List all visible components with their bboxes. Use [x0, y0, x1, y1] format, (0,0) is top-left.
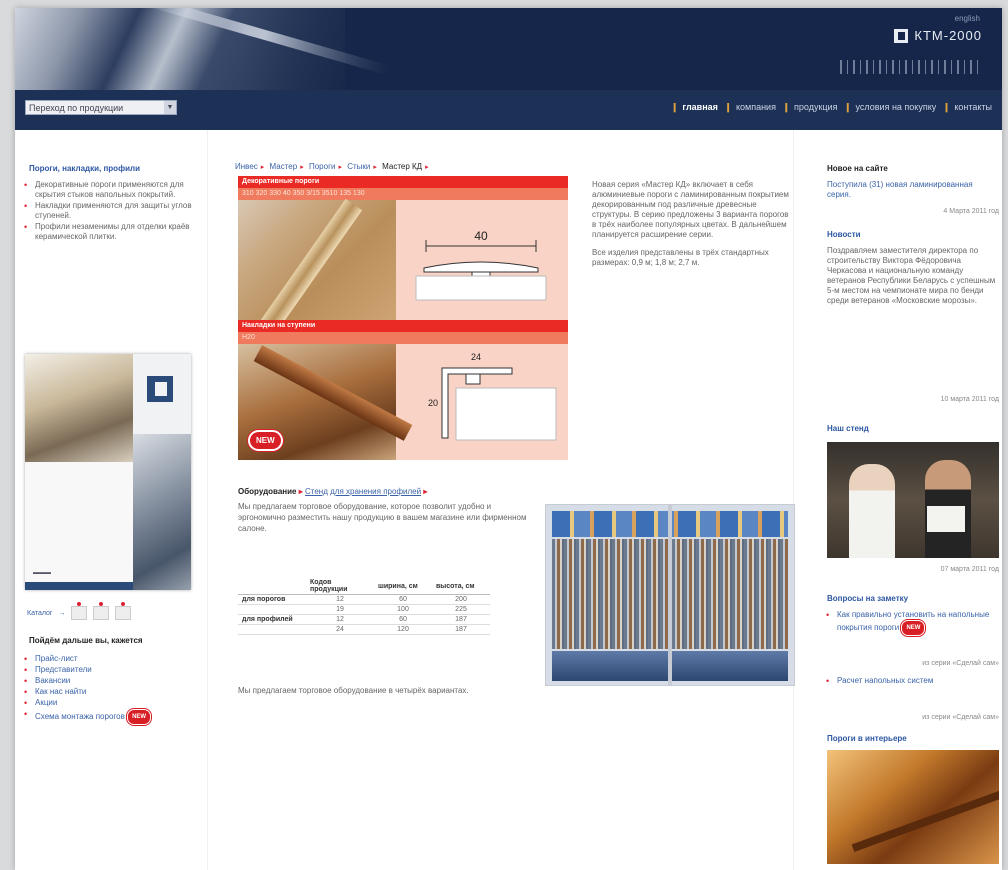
column-header: ширина, см	[374, 578, 432, 595]
promo-banner[interactable]: Декоративные пороги 310 320 330 40 350 3…	[238, 176, 568, 460]
product-selector-value: Переход по продукции	[29, 103, 124, 113]
new-badge: NEW	[901, 620, 926, 636]
chevron-down-icon: ▼	[164, 101, 176, 114]
nav-links: ❙ главная ❙ компания ❙ продукция ❙ условия н…	[670, 102, 992, 112]
link-vacancies[interactable]: Вакансии	[15, 676, 207, 686]
right-sidebar: Новое на сайте Поступила (31) новая лами…	[821, 130, 1002, 870]
table-row: 19 100 225	[238, 604, 490, 615]
new-on-site-title: Новое на сайте	[827, 164, 888, 173]
column-header: Кодов продукции	[306, 578, 374, 595]
catalog-page-1[interactable]	[71, 602, 88, 620]
stair-nosing-drawing: 24 20	[428, 352, 557, 441]
breadcrumb-item[interactable]: Пороги	[309, 162, 335, 171]
breadcrumb-item[interactable]: Стыки	[347, 162, 370, 171]
new-badge: NEW	[248, 430, 283, 451]
link-how-to-find[interactable]: Как нас найти	[15, 687, 207, 697]
question-link[interactable]: Как правильно установить на напольные по…	[817, 610, 993, 636]
breadcrumb-item[interactable]: Мастер	[270, 162, 298, 171]
main-navigation: Переход по продукции ▼ ❙ главная ❙ компани…	[15, 90, 1002, 130]
list-item: Накладки применяются для защиты углов ст…	[15, 201, 207, 221]
column-header: высота, см	[432, 578, 490, 595]
date-label: 07 марта 2011 год	[940, 566, 999, 573]
threshold-photo	[238, 198, 396, 342]
table-header-row: Кодов продукции ширина, см высота, см	[238, 578, 490, 595]
help-links: Прайс-лист Представители Вакансии Как на…	[15, 654, 207, 726]
logo-icon	[894, 28, 909, 43]
nav-link-products[interactable]: продукция	[794, 102, 837, 112]
nav-link-home[interactable]: главная	[682, 102, 717, 112]
paragraph: Все изделия представлены в трёх стандарт…	[592, 248, 769, 267]
catalog-page-2[interactable]	[93, 602, 110, 620]
new-on-site-link[interactable]: Поступила (31) новая ламинированная сери…	[827, 180, 987, 200]
date-label: 4 Марта 2011 год	[943, 208, 999, 215]
equipment-label: Оборудование	[238, 487, 297, 496]
equipment-link[interactable]: Стенд для хранения профилей	[305, 487, 421, 496]
brand-name: КТМ-2000	[914, 28, 982, 43]
promo-title-thresholds: Декоративные пороги	[238, 176, 568, 188]
left-sidebar: Пороги, накладки, профили Декоративные п…	[15, 130, 208, 870]
product-bullets: Декоративные пороги применяются для скры…	[15, 180, 207, 243]
catalog-cover-image[interactable]: ▬▬▬	[25, 354, 191, 590]
main-content: Инвес ▸ Мастер ▸ Пороги ▸ Стыки ▸ Мастер КД ▸…	[223, 130, 795, 870]
dimension-label: 24	[471, 352, 481, 362]
news-text: Поздравляем заместителя директора по стр…	[827, 246, 996, 305]
catalog-label[interactable]: Каталог	[27, 610, 52, 617]
catalog-pager: Каталог →	[27, 602, 132, 620]
nav-link-company[interactable]: компания	[736, 102, 776, 112]
question-source: из серии «Сделай сам»	[922, 660, 999, 667]
nav-link-contacts[interactable]: контакты	[954, 102, 992, 112]
question-source: из серии «Сделай сам»	[922, 714, 999, 721]
question-link[interactable]: Расчет напольных систем	[817, 676, 993, 686]
paragraph: Мы предлагаем торговое оборудование, кот…	[238, 502, 527, 533]
questions-title[interactable]: Вопросы на заметку	[827, 594, 908, 603]
logo-icon	[147, 376, 173, 402]
date-label: 10 марта 2011 год	[940, 396, 999, 403]
catalog-page-3[interactable]	[115, 602, 132, 620]
promo-code-stair-nosing: Н20	[238, 332, 568, 344]
help-title: Пойдём дальше вы, кажется	[29, 636, 143, 645]
link-mounting-scheme[interactable]: Схема монтажа порогов NEW	[15, 709, 207, 725]
news-title[interactable]: Новости	[827, 230, 861, 239]
table-row: 24 120 187	[238, 624, 490, 635]
section-title: Пороги, накладки, профили	[29, 164, 140, 173]
breadcrumb-current: Мастер КД	[382, 162, 423, 171]
new-badge: NEW	[127, 709, 152, 725]
series-description: Новая серия «Мастер КД» включает в себя …	[592, 180, 792, 276]
header-decoration	[840, 60, 980, 74]
site-logo[interactable]: КТМ-2000	[894, 28, 982, 43]
paragraph: Новая серия «Мастер КД» включает в себя …	[592, 180, 789, 239]
breadcrumb: Инвес ▸ Мастер ▸ Пороги ▸ Стыки ▸ Мастер КД ▸	[235, 162, 429, 171]
table-row: для профилей 12 60 187	[238, 614, 490, 625]
interior-photo[interactable]	[827, 750, 999, 864]
list-item: Декоративные пороги применяются для скры…	[15, 180, 207, 200]
dimension-label: 20	[428, 398, 438, 408]
equipment-table: Кодов продукции ширина, см высота, см дл…	[238, 578, 490, 635]
language-link[interactable]: english	[955, 14, 980, 23]
site-header: english КТМ-2000	[15, 8, 1002, 90]
equipment-section: Оборудование ▸ Стенд для хранения профил…	[238, 486, 538, 534]
link-promotions[interactable]: Акции	[15, 698, 207, 708]
display-stand-photo[interactable]	[545, 504, 795, 686]
equipment-footnote: Мы предлагаем торговое оборудование в че…	[238, 686, 469, 695]
exhibition-photo[interactable]	[827, 442, 999, 558]
product-selector[interactable]: Переход по продукции ▼	[25, 100, 177, 115]
nav-link-purchase[interactable]: условия на покупку	[856, 102, 937, 112]
threshold-profile-drawing: 40	[415, 229, 547, 301]
dimension-label: 40	[474, 229, 488, 243]
link-price-list[interactable]: Прайс-лист	[15, 654, 207, 664]
promo-title-stair-nosing: Накладки на ступени	[238, 320, 568, 332]
page-frame: english КТМ-2000 Переход по продукции ▼ …	[15, 8, 1002, 870]
promo-codes-thresholds: 310 320 330 40 350 3/15 3510 135 130	[238, 188, 568, 200]
questions-list: Как правильно установить на напольные по…	[817, 610, 993, 637]
interior-title[interactable]: Пороги в интерьере	[827, 734, 907, 743]
link-representatives[interactable]: Представители	[15, 665, 207, 675]
arrow-icon: →	[58, 609, 66, 617]
list-item: Профили незаменимы для отделки краёв кер…	[15, 222, 207, 242]
breadcrumb-item[interactable]: Инвес	[235, 162, 258, 171]
exhibition-title[interactable]: Наш стенд	[827, 424, 869, 433]
table-row: для порогов 12 60 200	[238, 594, 490, 605]
questions-list: Расчет напольных систем	[817, 676, 993, 687]
